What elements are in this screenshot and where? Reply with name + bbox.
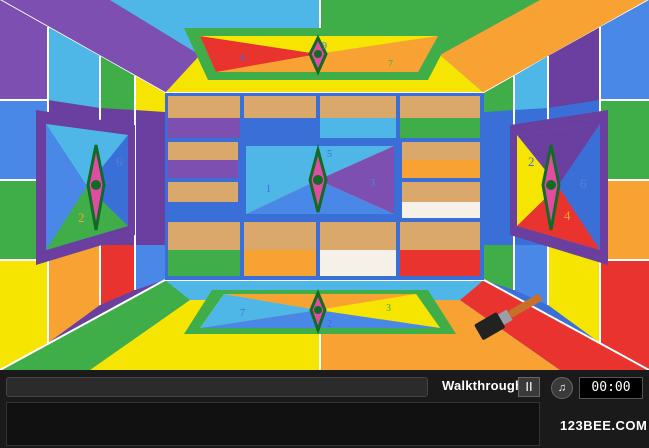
back-wall-number-b: 1 — [266, 184, 271, 195]
right-wall-number-b: 6 — [580, 176, 587, 191]
left-wall-number-a: 4 — [66, 176, 73, 191]
room-scene: 4 6 2 2 6 4 5 1 3 4 7 9 7 2 3 — [0, 0, 649, 370]
ceiling-number-c: 9 — [322, 41, 327, 52]
back-wall-number-c: 3 — [370, 178, 375, 189]
game-stage: 4 6 2 2 6 4 5 1 3 4 7 9 7 2 3 Walkthroug… — [0, 0, 649, 448]
ceiling-number-a: 4 — [240, 53, 245, 64]
timer-display: 00:00 — [579, 377, 643, 399]
floor-number-c: 3 — [386, 303, 391, 314]
inventory-bar — [6, 402, 540, 446]
walkthrough-button[interactable]: Walkthrough — [442, 378, 523, 393]
floor-number-a: 7 — [240, 308, 245, 319]
ceiling-puzzle: 4 7 9 — [184, 28, 455, 80]
right-wall-number-a: 2 — [528, 154, 535, 169]
site-logo[interactable]: 123BEE.COM — [560, 418, 647, 433]
speaker-icon[interactable]: ♫ — [551, 377, 573, 399]
floor-number-b: 2 — [327, 319, 332, 330]
left-wall-number-c: 2 — [78, 210, 85, 225]
right-wall-number-c: 4 — [564, 208, 571, 223]
left-wall-number-b: 6 — [116, 154, 123, 169]
back-wall: 5 1 3 — [165, 93, 484, 280]
pause-button[interactable]: II — [518, 377, 540, 397]
message-bar — [6, 377, 428, 397]
floor-puzzle: 7 2 3 — [184, 289, 456, 335]
back-wall-number-a: 5 — [327, 149, 332, 160]
ceiling-number-b: 7 — [388, 59, 393, 70]
control-bar: Walkthrough II ♫ 00:00 123BEE.COM — [0, 370, 649, 448]
